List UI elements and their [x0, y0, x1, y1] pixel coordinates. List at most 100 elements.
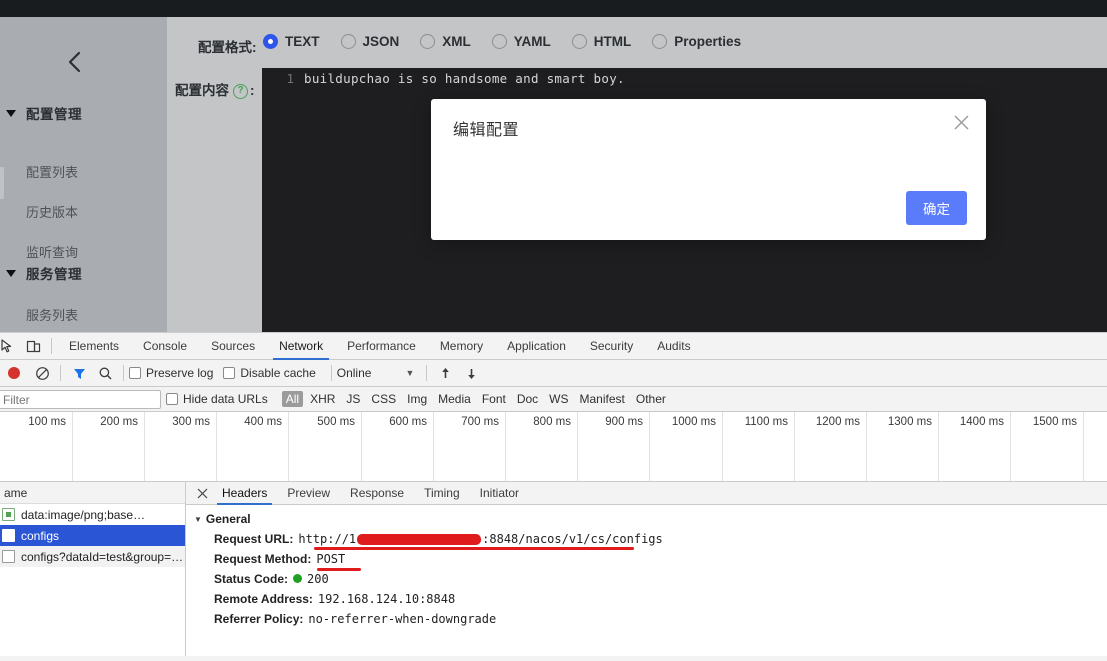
radio-option-html[interactable]: HTML — [572, 34, 632, 49]
help-icon[interactable]: ? — [233, 84, 248, 99]
timeline-tick: 1200 ms — [816, 416, 860, 428]
type-filter-img[interactable]: Img — [407, 392, 427, 406]
radio-dot-icon — [341, 34, 356, 49]
device-toolbar-icon[interactable] — [20, 333, 46, 359]
search-icon[interactable] — [92, 360, 118, 386]
sidebar-group-config[interactable]: 配置管理 — [0, 103, 167, 123]
dialog-close-button[interactable] — [950, 111, 972, 133]
preserve-log-checkbox[interactable]: Preserve log — [129, 366, 213, 380]
disable-cache-checkbox[interactable]: Disable cache — [223, 366, 315, 380]
tab-elements[interactable]: Elements — [57, 333, 131, 360]
document-file-icon — [2, 550, 15, 563]
tab-security[interactable]: Security — [578, 333, 645, 360]
hide-data-urls-checkbox[interactable]: Hide data URLs — [166, 392, 268, 406]
field-status-code: Status Code: 200 — [186, 569, 1107, 589]
sidebar-collapse-button[interactable] — [55, 47, 95, 77]
sidebar-item-service-list[interactable]: 服务列表 — [0, 305, 167, 324]
editor-code-text: buildupchao is so handsome and smart boy… — [304, 71, 625, 86]
radio-label: HTML — [594, 34, 632, 49]
type-filter-xhr[interactable]: XHR — [310, 392, 335, 406]
devtools-tabbar: Elements Console Sources Network Perform… — [0, 333, 1107, 360]
hide-data-urls-label: Hide data URLs — [183, 392, 268, 406]
radio-option-json[interactable]: JSON — [341, 34, 400, 49]
divider — [51, 338, 52, 354]
type-filter-doc[interactable]: Doc — [517, 392, 538, 406]
tab-sources[interactable]: Sources — [199, 333, 267, 360]
field-referrer-policy: Referrer Policy: no-referrer-when-downgr… — [186, 609, 1107, 629]
sidebar-item-config-list[interactable]: 配置列表 — [0, 162, 167, 181]
export-har-icon[interactable] — [458, 360, 484, 386]
detail-tab-headers[interactable]: Headers — [212, 482, 277, 505]
tab-memory[interactable]: Memory — [428, 333, 495, 360]
table-row[interactable]: data:image/png;base… — [0, 504, 185, 525]
field-value: http://1:8848/nacos/v1/cs/configs — [298, 529, 662, 549]
throttling-select[interactable]: Online ▼ — [337, 366, 415, 380]
import-har-icon[interactable] — [432, 360, 458, 386]
inspect-element-icon[interactable] — [0, 333, 20, 359]
type-filter-all[interactable]: All — [282, 391, 303, 407]
field-value: POST — [316, 549, 345, 569]
radio-option-text[interactable]: TEXT — [263, 34, 320, 49]
detail-tab-initiator[interactable]: Initiator — [470, 482, 529, 505]
general-section-header[interactable]: ▼ General — [186, 505, 1107, 529]
field-key: Status Code: — [214, 569, 288, 589]
tab-console[interactable]: Console — [131, 333, 199, 360]
sidebar-group-service[interactable]: 服务管理 — [0, 263, 167, 283]
field-key: Remote Address: — [214, 589, 313, 609]
redaction-bar — [357, 534, 481, 545]
request-detail: Headers Preview Response Timing Initiato… — [186, 482, 1107, 656]
close-icon[interactable] — [192, 482, 212, 504]
disable-cache-label: Disable cache — [240, 366, 315, 380]
clear-icon[interactable] — [29, 360, 55, 386]
radio-dot-icon — [652, 34, 667, 49]
chevron-down-icon: ▼ — [405, 368, 414, 378]
browser-top-bar — [0, 0, 1107, 17]
timeline-tick: 800 ms — [533, 416, 571, 428]
radio-label: JSON — [363, 34, 400, 49]
timeline-tick: 600 ms — [389, 416, 427, 428]
timeline-tick: 500 ms — [317, 416, 355, 428]
type-filter-css[interactable]: CSS — [371, 392, 396, 406]
config-content-label-wrap: 配置内容?: — [175, 79, 255, 99]
detail-tab-response[interactable]: Response — [340, 482, 414, 505]
request-list: ame data:image/png;base… configs configs… — [0, 482, 186, 656]
field-value: 200 — [307, 569, 329, 589]
table-row[interactable]: configs — [0, 525, 185, 546]
record-dot-icon[interactable] — [8, 367, 20, 379]
request-list-header[interactable]: ame — [0, 482, 185, 504]
filter-input[interactable] — [0, 390, 161, 409]
type-filter-media[interactable]: Media — [438, 392, 471, 406]
table-row[interactable]: configs?dataId=test&group=… — [0, 546, 185, 567]
divider — [331, 365, 332, 381]
tab-performance[interactable]: Performance — [335, 333, 428, 360]
radio-option-yaml[interactable]: YAML — [492, 34, 551, 49]
sidebar-item-history[interactable]: 历史版本 — [0, 202, 167, 221]
tab-application[interactable]: Application — [495, 333, 578, 360]
sidebar: 配置管理 配置列表 历史版本 监听查询 服务管理 服务列表 — [0, 17, 167, 332]
caret-down-icon — [2, 110, 20, 117]
timeline-tick: 700 ms — [461, 416, 499, 428]
dialog-confirm-button[interactable]: 确定 — [906, 191, 967, 225]
config-format-radio-group[interactable]: TEXT JSON XML YAML HTML Properties — [263, 34, 762, 49]
request-detail-tabs: Headers Preview Response Timing Initiato… — [186, 482, 1107, 505]
timeline-tick: 1400 ms — [960, 416, 1004, 428]
type-filter-js[interactable]: JS — [346, 392, 360, 406]
radio-option-properties[interactable]: Properties — [652, 34, 741, 49]
radio-label: Properties — [674, 34, 741, 49]
general-section-title: General — [206, 512, 251, 526]
radio-label: TEXT — [285, 34, 320, 49]
network-overview-timeline[interactable]: 100 ms 200 ms 300 ms 400 ms 500 ms 600 m… — [0, 412, 1107, 482]
field-key: Request Method: — [214, 549, 311, 569]
timeline-tick: 1000 ms — [672, 416, 716, 428]
type-filter-other[interactable]: Other — [636, 392, 666, 406]
tab-network[interactable]: Network — [267, 333, 335, 360]
type-filter-font[interactable]: Font — [482, 392, 506, 406]
tab-audits[interactable]: Audits — [645, 333, 702, 360]
funnel-icon[interactable] — [66, 360, 92, 386]
radio-option-xml[interactable]: XML — [420, 34, 471, 49]
detail-tab-timing[interactable]: Timing — [414, 482, 470, 505]
type-filter-manifest[interactable]: Manifest — [580, 392, 625, 406]
sidebar-item-listener-query[interactable]: 监听查询 — [0, 242, 167, 261]
detail-tab-preview[interactable]: Preview — [277, 482, 340, 505]
type-filter-ws[interactable]: WS — [549, 392, 568, 406]
